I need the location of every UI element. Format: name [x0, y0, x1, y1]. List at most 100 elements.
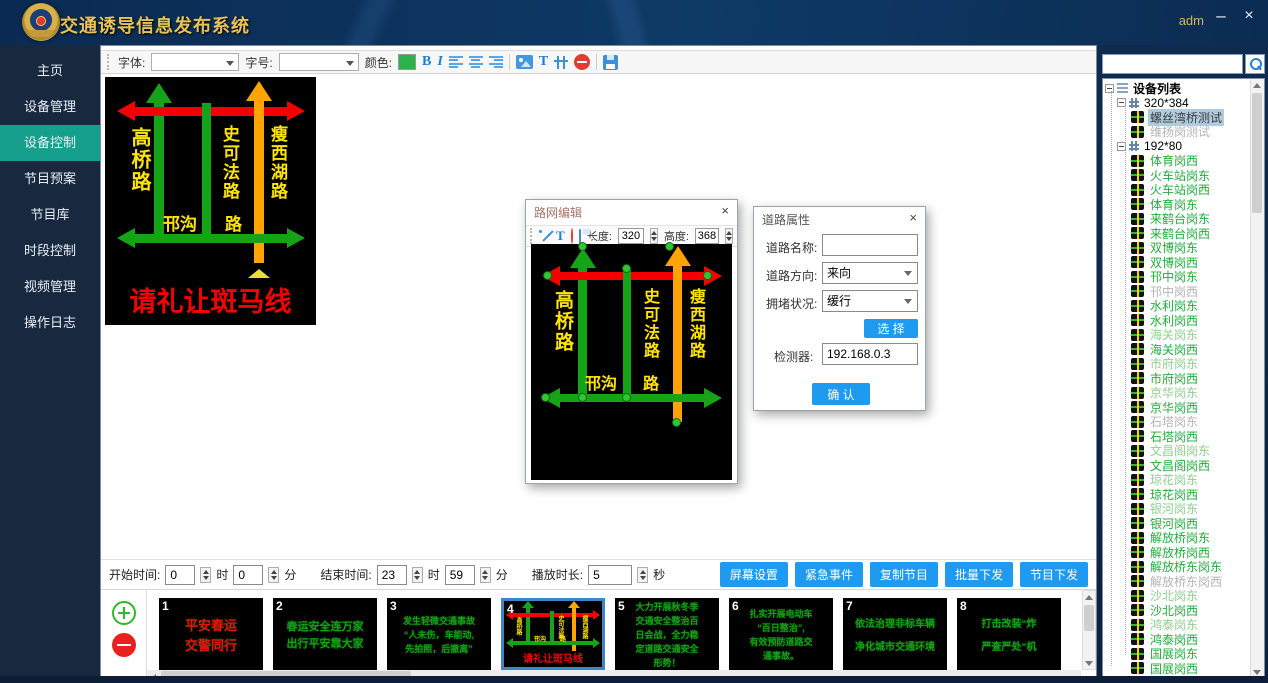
road-name-input[interactable]	[822, 234, 918, 256]
sidebar-item-1[interactable]: 设备管理	[0, 89, 100, 125]
schedule-action-button-3[interactable]: 批量下发	[945, 562, 1013, 587]
end-min-stepper[interactable]	[480, 567, 491, 583]
scrollbar-thumb[interactable]	[1084, 605, 1094, 631]
thumb-vertical-scrollbar[interactable]	[1082, 590, 1096, 670]
tree-root[interactable]: 设备列表	[1103, 81, 1249, 96]
road-label: 邗沟	[163, 210, 197, 235]
start-hour-input[interactable]	[165, 565, 195, 585]
node-handle[interactable]	[541, 393, 550, 402]
tree-scrollbar[interactable]	[1250, 79, 1264, 678]
scroll-down-icon[interactable]	[1083, 657, 1095, 669]
schedule-action-button-0[interactable]: 屏幕设置	[720, 562, 788, 587]
search-input[interactable]	[1102, 54, 1243, 74]
traffic-signal-icon	[1131, 590, 1144, 602]
search-icon[interactable]	[1245, 54, 1265, 74]
schedule-action-button-4[interactable]: 节目下发	[1020, 562, 1088, 587]
sidebar-item-2[interactable]: 设备控制	[0, 125, 100, 161]
schedule-action-button-1[interactable]: 紧急事件	[795, 562, 863, 587]
traffic-signal-icon	[1131, 169, 1144, 181]
end-hour-stepper[interactable]	[412, 567, 423, 583]
sidebar-item-4[interactable]: 节目库	[0, 197, 100, 233]
arrow-left-green	[117, 228, 135, 248]
scrollbar-thumb[interactable]	[1252, 93, 1262, 213]
remove-icon[interactable]	[571, 228, 573, 244]
height-input[interactable]	[695, 228, 719, 244]
node-handle[interactable]	[672, 418, 681, 427]
remove-circle-icon[interactable]	[112, 633, 136, 657]
road-icon[interactable]	[554, 56, 568, 69]
sidebar-item-0[interactable]: 主页	[0, 53, 100, 89]
close-button[interactable]: ×	[1236, 4, 1262, 28]
police-badge-icon	[22, 3, 60, 41]
toolbar-separator	[596, 54, 597, 70]
save-icon[interactable]	[603, 55, 618, 70]
text-tool-icon[interactable]: T	[539, 54, 548, 70]
align-right-icon[interactable]	[489, 56, 503, 68]
sidebar-item-7[interactable]: 操作日志	[0, 305, 100, 341]
schedule-action-button-2[interactable]: 复制节目	[870, 562, 938, 587]
congestion-select[interactable]: 缓行	[822, 290, 918, 312]
minimize-button[interactable]: –	[1208, 4, 1234, 28]
duration-stepper[interactable]	[637, 567, 648, 583]
sidebar-item-5[interactable]: 时段控制	[0, 233, 100, 269]
thumbnail-number: 1	[162, 599, 169, 613]
font-select[interactable]	[151, 53, 239, 71]
node-handle[interactable]	[703, 271, 712, 280]
scroll-up-icon[interactable]	[1251, 79, 1263, 91]
start-min-input[interactable]	[233, 565, 263, 585]
bold-button[interactable]: B	[422, 54, 431, 70]
program-thumbnail-4[interactable]: 4 高桥路 史可法路 瘦西湖路 邗沟 路 请礼让斑马线	[501, 598, 605, 670]
collapse-icon[interactable]	[1105, 84, 1114, 93]
detector-input[interactable]	[822, 343, 918, 365]
program-thumbnail-5[interactable]: 5大力开展秋冬季交通安全整治百日会战，全力稳定道路交通安全形势！	[615, 598, 719, 670]
confirm-button[interactable]: 确 认	[812, 383, 870, 405]
close-icon[interactable]: ×	[909, 210, 917, 225]
size-select[interactable]	[279, 53, 359, 71]
node-handle[interactable]	[543, 271, 552, 280]
toolbar-separator	[509, 54, 510, 70]
length-stepper[interactable]	[650, 228, 658, 244]
traffic-signal-icon	[1131, 561, 1144, 573]
align-left-icon[interactable]	[449, 56, 463, 68]
add-circle-icon[interactable]	[112, 601, 136, 625]
text-tool-icon[interactable]: T	[556, 228, 565, 244]
end-min-input[interactable]	[445, 565, 475, 585]
tree-device[interactable]: 国展岗西	[1103, 661, 1249, 676]
length-input[interactable]	[618, 228, 644, 244]
node-handle[interactable]	[622, 264, 631, 273]
program-thumbnail-6[interactable]: 6扎实开展电动车“百日整治”,有效预防道路交通事故。	[729, 598, 833, 670]
node-handle[interactable]	[578, 242, 587, 251]
node-handle[interactable]	[622, 393, 631, 402]
height-stepper[interactable]	[725, 228, 733, 244]
start-hour-stepper[interactable]	[200, 567, 211, 583]
color-swatch[interactable]	[398, 54, 416, 70]
select-button[interactable]: 选 择	[864, 319, 918, 338]
roadnet-canvas[interactable]: 高桥路 史可法路 瘦西湖路 邗沟 路	[531, 244, 732, 480]
node-handle[interactable]	[665, 242, 674, 251]
sidebar-item-6[interactable]: 视频管理	[0, 269, 100, 305]
direction-select[interactable]: 来向	[822, 262, 918, 284]
start-min-stepper[interactable]	[268, 567, 279, 583]
traffic-signal-icon	[1131, 126, 1144, 138]
road-icon[interactable]	[548, 230, 550, 243]
scroll-up-icon[interactable]	[1083, 591, 1095, 603]
end-hour-input[interactable]	[377, 565, 407, 585]
program-thumbnail-2[interactable]: 2春运安全连万家出行平安靠大家	[273, 598, 377, 670]
road-label: 邗沟	[534, 634, 546, 643]
node-handle[interactable]	[578, 393, 587, 402]
align-center-icon[interactable]	[469, 56, 483, 68]
program-thumbnail-8[interactable]: 8打击改装“炸严查严处“机	[957, 598, 1061, 670]
pen-icon[interactable]	[540, 229, 542, 243]
program-thumbnail-1[interactable]: 1平安春运交警同行	[159, 598, 263, 670]
image-icon[interactable]	[516, 55, 533, 69]
program-thumbnail-3[interactable]: 3发生轻微交通事故“人未伤，车能动,先拍照，后撤离”	[387, 598, 491, 670]
duration-input[interactable]	[588, 565, 632, 585]
thumbnail-text-line: 有效预防道路交	[729, 635, 833, 648]
sign-preview[interactable]: 高桥路 史可法路 瘦西湖路 邗沟 路 请礼让斑马线	[105, 77, 316, 325]
program-thumbnail-7[interactable]: 7依法治理非标车辆净化城市交通环境	[843, 598, 947, 670]
close-icon[interactable]: ×	[721, 203, 729, 218]
italic-button[interactable]: I	[437, 54, 442, 70]
remove-icon[interactable]	[574, 54, 590, 70]
thumbnail-text-line: 定道路交通安全	[615, 642, 719, 655]
sidebar-item-3[interactable]: 节目预案	[0, 161, 100, 197]
